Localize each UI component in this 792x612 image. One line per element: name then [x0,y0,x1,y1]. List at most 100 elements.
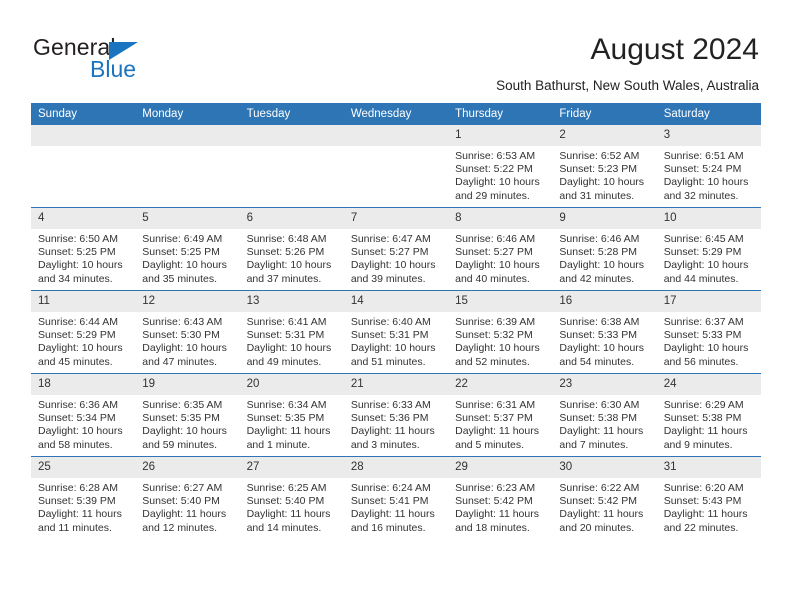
daylight-text-line1: Daylight: 10 hours [350,342,436,355]
calendar-day-cell[interactable]: 26 Sunrise: 6:27 AM Sunset: 5:40 PM Dayligh… [135,456,240,539]
calendar-day-cell[interactable]: 29 Sunrise: 6:23 AM Sunset: 5:42 PM Dayligh… [448,456,553,539]
day-details: Sunrise: 6:29 AM Sunset: 5:38 PM Daylight:… [657,395,761,452]
general-blue-logo[interactable]: General Blue [33,36,253,88]
calendar-week-row: 4 Sunrise: 6:50 AM Sunset: 5:25 PM Daylight… [31,207,761,291]
calendar-day-cell[interactable]: 12 Sunrise: 6:43 AM Sunset: 5:30 PM Dayligh… [135,290,240,374]
daylight-text-line1: Daylight: 10 hours [663,176,749,189]
calendar-day-cell[interactable]: 1 Sunrise: 6:53 AM Sunset: 5:22 PM Daylight… [448,125,553,208]
sunset-text: Sunset: 5:30 PM [142,329,220,342]
daylight-text-line2: and 7 minutes. [559,438,629,451]
calendar-day-cell[interactable]: 6 Sunrise: 6:48 AM Sunset: 5:26 PM Daylight… [239,207,344,291]
day-number: 8 [448,208,553,229]
daylight-text-line2: and 32 minutes. [663,189,739,202]
sunrise-text: Sunrise: 6:38 AM [559,316,640,328]
sunset-text: Sunset: 5:27 PM [350,246,429,259]
day-details: Sunrise: 6:52 AM Sunset: 5:23 PM Daylight:… [552,146,656,203]
sunrise-text: Sunrise: 6:37 AM [663,316,744,328]
calendar-day-cell[interactable]: 16 Sunrise: 6:38 AM Sunset: 5:33 PM Dayligh… [552,290,657,374]
calendar-day-cell[interactable]: 9 Sunrise: 6:46 AM Sunset: 5:28 PM Daylight… [552,207,657,291]
calendar-day-cell[interactable]: 18 Sunrise: 6:36 AM Sunset: 5:34 PM Dayligh… [31,373,136,457]
sunset-text: Sunset: 5:22 PM [455,163,533,176]
calendar-day-cell[interactable]: 3 Sunrise: 6:51 AM Sunset: 5:24 PM Daylight… [656,125,761,208]
day-details: Sunrise: 6:36 AM Sunset: 5:34 PM Daylight:… [31,395,135,452]
calendar-day-cell[interactable]: 14 Sunrise: 6:40 AM Sunset: 5:31 PM Dayligh… [343,290,449,374]
calendar-day-cell[interactable]: 22 Sunrise: 6:31 AM Sunset: 5:37 PM Dayligh… [448,373,553,457]
calendar-day-cell[interactable]: 15 Sunrise: 6:39 AM Sunset: 5:32 PM Dayligh… [448,290,553,374]
weekday-sunday: Sunday [31,103,136,125]
day-details: Sunrise: 6:35 AM Sunset: 5:35 PM Daylight:… [135,395,239,452]
sunrise-text: Sunrise: 6:36 AM [38,399,118,411]
sunset-text: Sunset: 5:31 PM [350,329,429,342]
daylight-text-line1: Daylight: 10 hours [246,342,332,355]
day-number: 30 [552,457,657,478]
calendar-day-cell[interactable]: 10 Sunrise: 6:45 AM Sunset: 5:29 PM Dayligh… [656,207,761,291]
day-number [31,125,136,146]
day-number [239,125,344,146]
day-number: 20 [239,374,344,395]
calendar-day-cell[interactable]: 2 Sunrise: 6:52 AM Sunset: 5:23 PM Daylight… [552,125,657,208]
day-number: 22 [448,374,553,395]
calendar-day-cell-empty [31,125,136,208]
calendar-day-cell[interactable]: 8 Sunrise: 6:46 AM Sunset: 5:27 PM Daylight… [448,207,553,291]
daylight-text-line2: and 12 minutes. [142,521,217,534]
calendar-day-cell[interactable]: 31 Sunrise: 6:20 AM Sunset: 5:43 PM Dayligh… [656,456,761,539]
calendar-day-cell[interactable]: 17 Sunrise: 6:37 AM Sunset: 5:33 PM Dayligh… [656,290,761,374]
sunset-text: Sunset: 5:29 PM [38,329,116,342]
day-number: 29 [448,457,553,478]
weekday-thursday: Thursday [448,103,553,125]
weekday-tuesday: Tuesday [239,103,344,125]
day-number: 10 [656,208,761,229]
day-details: Sunrise: 6:39 AM Sunset: 5:32 PM Daylight:… [448,312,552,369]
day-number: 24 [656,374,761,395]
calendar-day-cell[interactable]: 21 Sunrise: 6:33 AM Sunset: 5:36 PM Dayligh… [343,373,449,457]
calendar-day-cell[interactable]: 24 Sunrise: 6:29 AM Sunset: 5:38 PM Dayligh… [656,373,761,457]
day-details: Sunrise: 6:20 AM Sunset: 5:43 PM Daylight:… [657,478,761,535]
daylight-text-line2: and 31 minutes. [559,189,635,202]
daylight-text-line2: and 35 minutes. [142,272,217,285]
daylight-text-line2: and 11 minutes. [38,521,112,534]
daylight-text-line1: Daylight: 10 hours [142,425,227,438]
sunset-text: Sunset: 5:26 PM [246,246,325,259]
sunset-text: Sunset: 5:27 PM [455,246,533,259]
calendar-day-cell[interactable]: 30 Sunrise: 6:22 AM Sunset: 5:42 PM Dayligh… [552,456,657,539]
daylight-text-line1: Daylight: 11 hours [350,425,435,438]
daylight-text-line1: Daylight: 10 hours [38,342,123,355]
weekday-saturday: Saturday [656,103,761,125]
daylight-text-line1: Daylight: 10 hours [559,259,645,272]
sunrise-text: Sunrise: 6:28 AM [38,482,118,494]
day-number: 5 [135,208,240,229]
day-number: 4 [31,208,136,229]
calendar-body: 1 Sunrise: 6:53 AM Sunset: 5:22 PM Daylight… [31,125,761,539]
sunset-text: Sunset: 5:31 PM [246,329,325,342]
calendar-day-cell[interactable]: 25 Sunrise: 6:28 AM Sunset: 5:39 PM Dayligh… [31,456,136,539]
daylight-text-line1: Daylight: 11 hours [455,508,539,521]
calendar-day-cell[interactable]: 23 Sunrise: 6:30 AM Sunset: 5:38 PM Dayligh… [552,373,657,457]
calendar-day-cell[interactable]: 28 Sunrise: 6:24 AM Sunset: 5:41 PM Dayligh… [343,456,449,539]
day-details: Sunrise: 6:51 AM Sunset: 5:24 PM Daylight:… [657,146,761,203]
sunrise-text: Sunrise: 6:48 AM [246,233,327,245]
calendar-day-cell[interactable]: 27 Sunrise: 6:25 AM Sunset: 5:40 PM Dayligh… [239,456,344,539]
calendar-day-cell[interactable]: 19 Sunrise: 6:35 AM Sunset: 5:35 PM Dayligh… [135,373,240,457]
sunset-text: Sunset: 5:40 PM [246,495,325,508]
calendar-day-cell[interactable]: 13 Sunrise: 6:41 AM Sunset: 5:31 PM Dayligh… [239,290,344,374]
calendar-day-cell[interactable]: 7 Sunrise: 6:47 AM Sunset: 5:27 PM Daylight… [343,207,449,291]
calendar-day-cell[interactable]: 20 Sunrise: 6:34 AM Sunset: 5:35 PM Dayligh… [239,373,344,457]
daylight-text-line1: Daylight: 11 hours [38,508,122,521]
daylight-text-line1: Daylight: 10 hours [455,342,540,355]
day-number: 23 [552,374,657,395]
day-number: 21 [343,374,449,395]
calendar-day-cell[interactable]: 4 Sunrise: 6:50 AM Sunset: 5:25 PM Daylight… [31,207,136,291]
day-details: Sunrise: 6:24 AM Sunset: 5:41 PM Daylight:… [344,478,448,535]
sunrise-text: Sunrise: 6:30 AM [559,399,640,411]
calendar-day-cell[interactable]: 11 Sunrise: 6:44 AM Sunset: 5:29 PM Dayligh… [31,290,136,374]
daylight-text-line1: Daylight: 10 hours [559,176,645,189]
daylight-text-line2: and 29 minutes. [455,189,530,202]
calendar-week-row: 11 Sunrise: 6:44 AM Sunset: 5:29 PM Dayligh… [31,290,761,374]
daylight-text-line1: Daylight: 11 hours [663,425,748,438]
day-details: Sunrise: 6:53 AM Sunset: 5:22 PM Daylight:… [448,146,552,203]
weekday-friday: Friday [552,103,657,125]
calendar-day-cell-empty [343,125,449,208]
daylight-text-line1: Daylight: 10 hours [455,259,540,272]
daylight-text-line2: and 56 minutes. [663,355,739,368]
calendar-day-cell[interactable]: 5 Sunrise: 6:49 AM Sunset: 5:25 PM Daylight… [135,207,240,291]
